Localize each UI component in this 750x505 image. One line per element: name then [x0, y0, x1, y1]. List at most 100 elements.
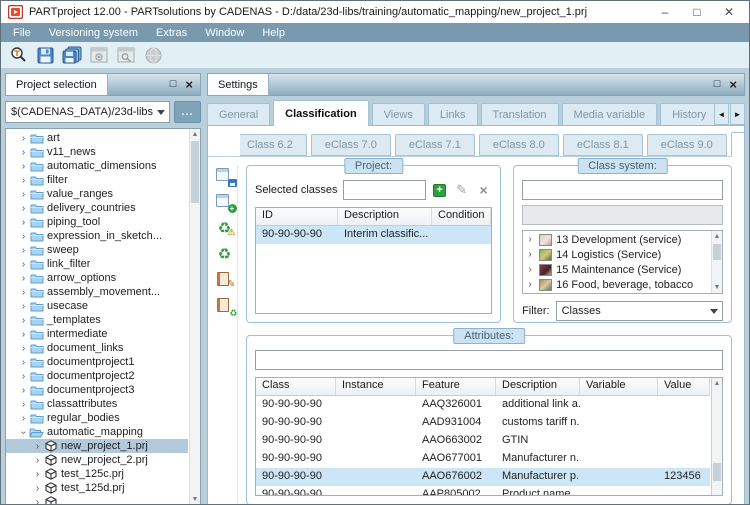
column-header[interactable]: Variable: [580, 378, 658, 395]
tree-item[interactable]: regular_bodies: [6, 411, 188, 425]
close-icon[interactable]: ✕: [713, 2, 745, 22]
expander-icon[interactable]: [18, 301, 29, 312]
tree-item[interactable]: new_project_1.prj: [6, 439, 188, 453]
settings-tab-item[interactable]: Views: [372, 103, 425, 126]
scroll-up-icon[interactable]: ▲: [712, 231, 722, 242]
tree-item[interactable]: piping_tool: [6, 215, 188, 229]
tree-item[interactable]: documentproject1: [6, 355, 188, 369]
tree-item[interactable]: automatic_mapping: [6, 425, 188, 439]
selected-classes-input[interactable]: [343, 180, 427, 200]
scroll-thumb[interactable]: [713, 244, 721, 260]
class-tree-item[interactable]: 16 Food, beverage, tobacco: [525, 277, 709, 292]
globe-icon[interactable]: [143, 45, 163, 65]
expander-icon[interactable]: [18, 399, 29, 410]
expander-icon[interactable]: [18, 245, 29, 256]
settings-tab[interactable]: Settings: [208, 74, 269, 95]
combo-dropdown-icon[interactable]: [153, 102, 169, 122]
tree-item[interactable]: documentproject2: [6, 369, 188, 383]
scroll-down-icon[interactable]: ▼: [190, 494, 200, 505]
eclass-tab-item[interactable]: eClass 7.0: [311, 134, 391, 156]
menu-item[interactable]: Help: [253, 23, 294, 42]
project-selection-tab[interactable]: Project selection: [6, 74, 108, 95]
column-header[interactable]: Feature: [416, 378, 496, 395]
attributes-scrollbar[interactable]: ▲: [711, 378, 722, 495]
attributes-search-input[interactable]: [255, 350, 723, 370]
tree-item[interactable]: [6, 495, 188, 505]
expander-icon[interactable]: [525, 249, 535, 260]
tree-item[interactable]: filter: [6, 173, 188, 187]
tab-scroll-left-icon[interactable]: ◄: [714, 103, 729, 125]
tree-item[interactable]: art: [6, 131, 188, 145]
path-combobox[interactable]: $(CADENAS_DATA)/23d-libs: [5, 101, 170, 123]
settings-tab-item[interactable]: Classification: [273, 100, 369, 126]
eclass-tab-item[interactable]: eClass 9.0: [647, 134, 727, 156]
dropdown-icon[interactable]: [706, 302, 722, 320]
class-search-input[interactable]: [522, 180, 723, 200]
table-save-icon[interactable]: [216, 168, 234, 184]
expander-icon[interactable]: [18, 161, 29, 172]
expander-icon[interactable]: [32, 469, 43, 480]
expander-icon[interactable]: [32, 441, 43, 452]
expander-icon[interactable]: [18, 203, 29, 214]
tree-item[interactable]: expression_in_sketch...: [6, 229, 188, 243]
tree-item[interactable]: arrow_options: [6, 271, 188, 285]
expander-icon[interactable]: [32, 455, 43, 466]
table-row[interactable]: 90-90-90-90 AAO676002 Manufacturer p... …: [256, 468, 710, 486]
eclass-tab-item[interactable]: eClass 9.1: [731, 132, 745, 157]
project-tree-scrollbar[interactable]: ▲ ▼: [189, 129, 200, 505]
window-preview-icon[interactable]: [116, 45, 136, 65]
settings-tab-item[interactable]: Translation: [481, 103, 559, 126]
expander-icon[interactable]: [18, 259, 29, 270]
expander-icon[interactable]: [18, 217, 29, 228]
edit-document-icon[interactable]: ✎: [216, 272, 234, 288]
menu-item[interactable]: Window: [196, 23, 253, 42]
tree-item[interactable]: sweep: [6, 243, 188, 257]
remove-class-button[interactable]: ×: [475, 182, 492, 199]
eclass-tab-item[interactable]: Class 6.2: [240, 134, 307, 156]
expander-icon[interactable]: [18, 133, 29, 144]
expander-icon[interactable]: [18, 343, 29, 354]
column-header[interactable]: Description: [496, 378, 580, 395]
menu-item[interactable]: File: [4, 23, 40, 42]
menu-item[interactable]: Extras: [147, 23, 196, 42]
table-row[interactable]: 90-90-90-90 AAO677001 Manufacturer n...: [256, 450, 710, 468]
tree-item[interactable]: _templates: [6, 313, 188, 327]
expander-icon[interactable]: [32, 483, 43, 494]
project-search-icon[interactable]: [8, 45, 28, 65]
expander-icon[interactable]: [18, 385, 29, 396]
table-row[interactable]: 90-90-90-90 AAP805002 Product name: [256, 486, 710, 496]
tree-item[interactable]: delivery_countries: [6, 201, 188, 215]
eclass-tab-item[interactable]: eClass 8.0: [479, 134, 559, 156]
table-add-icon[interactable]: +: [216, 194, 234, 210]
expander-icon[interactable]: [18, 189, 29, 200]
expander-icon[interactable]: [18, 175, 29, 186]
expander-icon[interactable]: [18, 287, 29, 298]
maximize-icon[interactable]: □: [681, 2, 713, 22]
tree-item[interactable]: link_filter: [6, 257, 188, 271]
window-settings-icon[interactable]: [89, 45, 109, 65]
scroll-thumb[interactable]: [191, 141, 199, 203]
tree-item[interactable]: usecase: [6, 299, 188, 313]
tree-item[interactable]: value_ranges: [6, 187, 188, 201]
expander-icon[interactable]: [18, 147, 29, 158]
expander-icon[interactable]: [18, 357, 29, 368]
panel-maximize-icon[interactable]: □: [714, 79, 721, 90]
tree-item[interactable]: document_links: [6, 341, 188, 355]
scroll-up-icon[interactable]: ▲: [190, 129, 200, 140]
filter-dropdown[interactable]: Classes: [556, 301, 723, 321]
expander-icon[interactable]: [525, 264, 535, 275]
expander-icon[interactable]: [18, 231, 29, 242]
expander-icon[interactable]: [18, 413, 29, 424]
panel-close-icon[interactable]: ×: [185, 78, 193, 91]
table-row[interactable]: 90-90-90-90 AAQ326001 additional link a.…: [256, 396, 710, 414]
tree-item[interactable]: assembly_movement...: [6, 285, 188, 299]
scroll-down-icon[interactable]: ▼: [712, 282, 722, 293]
class-tree-item[interactable]: 14 Logistics (Service): [525, 247, 709, 262]
update-icon[interactable]: ♻: [216, 246, 234, 262]
expander-icon[interactable]: [32, 497, 43, 505]
tab-scroll-right-icon[interactable]: ►: [730, 103, 745, 125]
expander-icon[interactable]: [525, 279, 535, 290]
tree-item[interactable]: test_125d.prj: [6, 481, 188, 495]
scroll-thumb[interactable]: [713, 463, 721, 481]
eclass-tab-item[interactable]: eClass 8.1: [563, 134, 643, 156]
